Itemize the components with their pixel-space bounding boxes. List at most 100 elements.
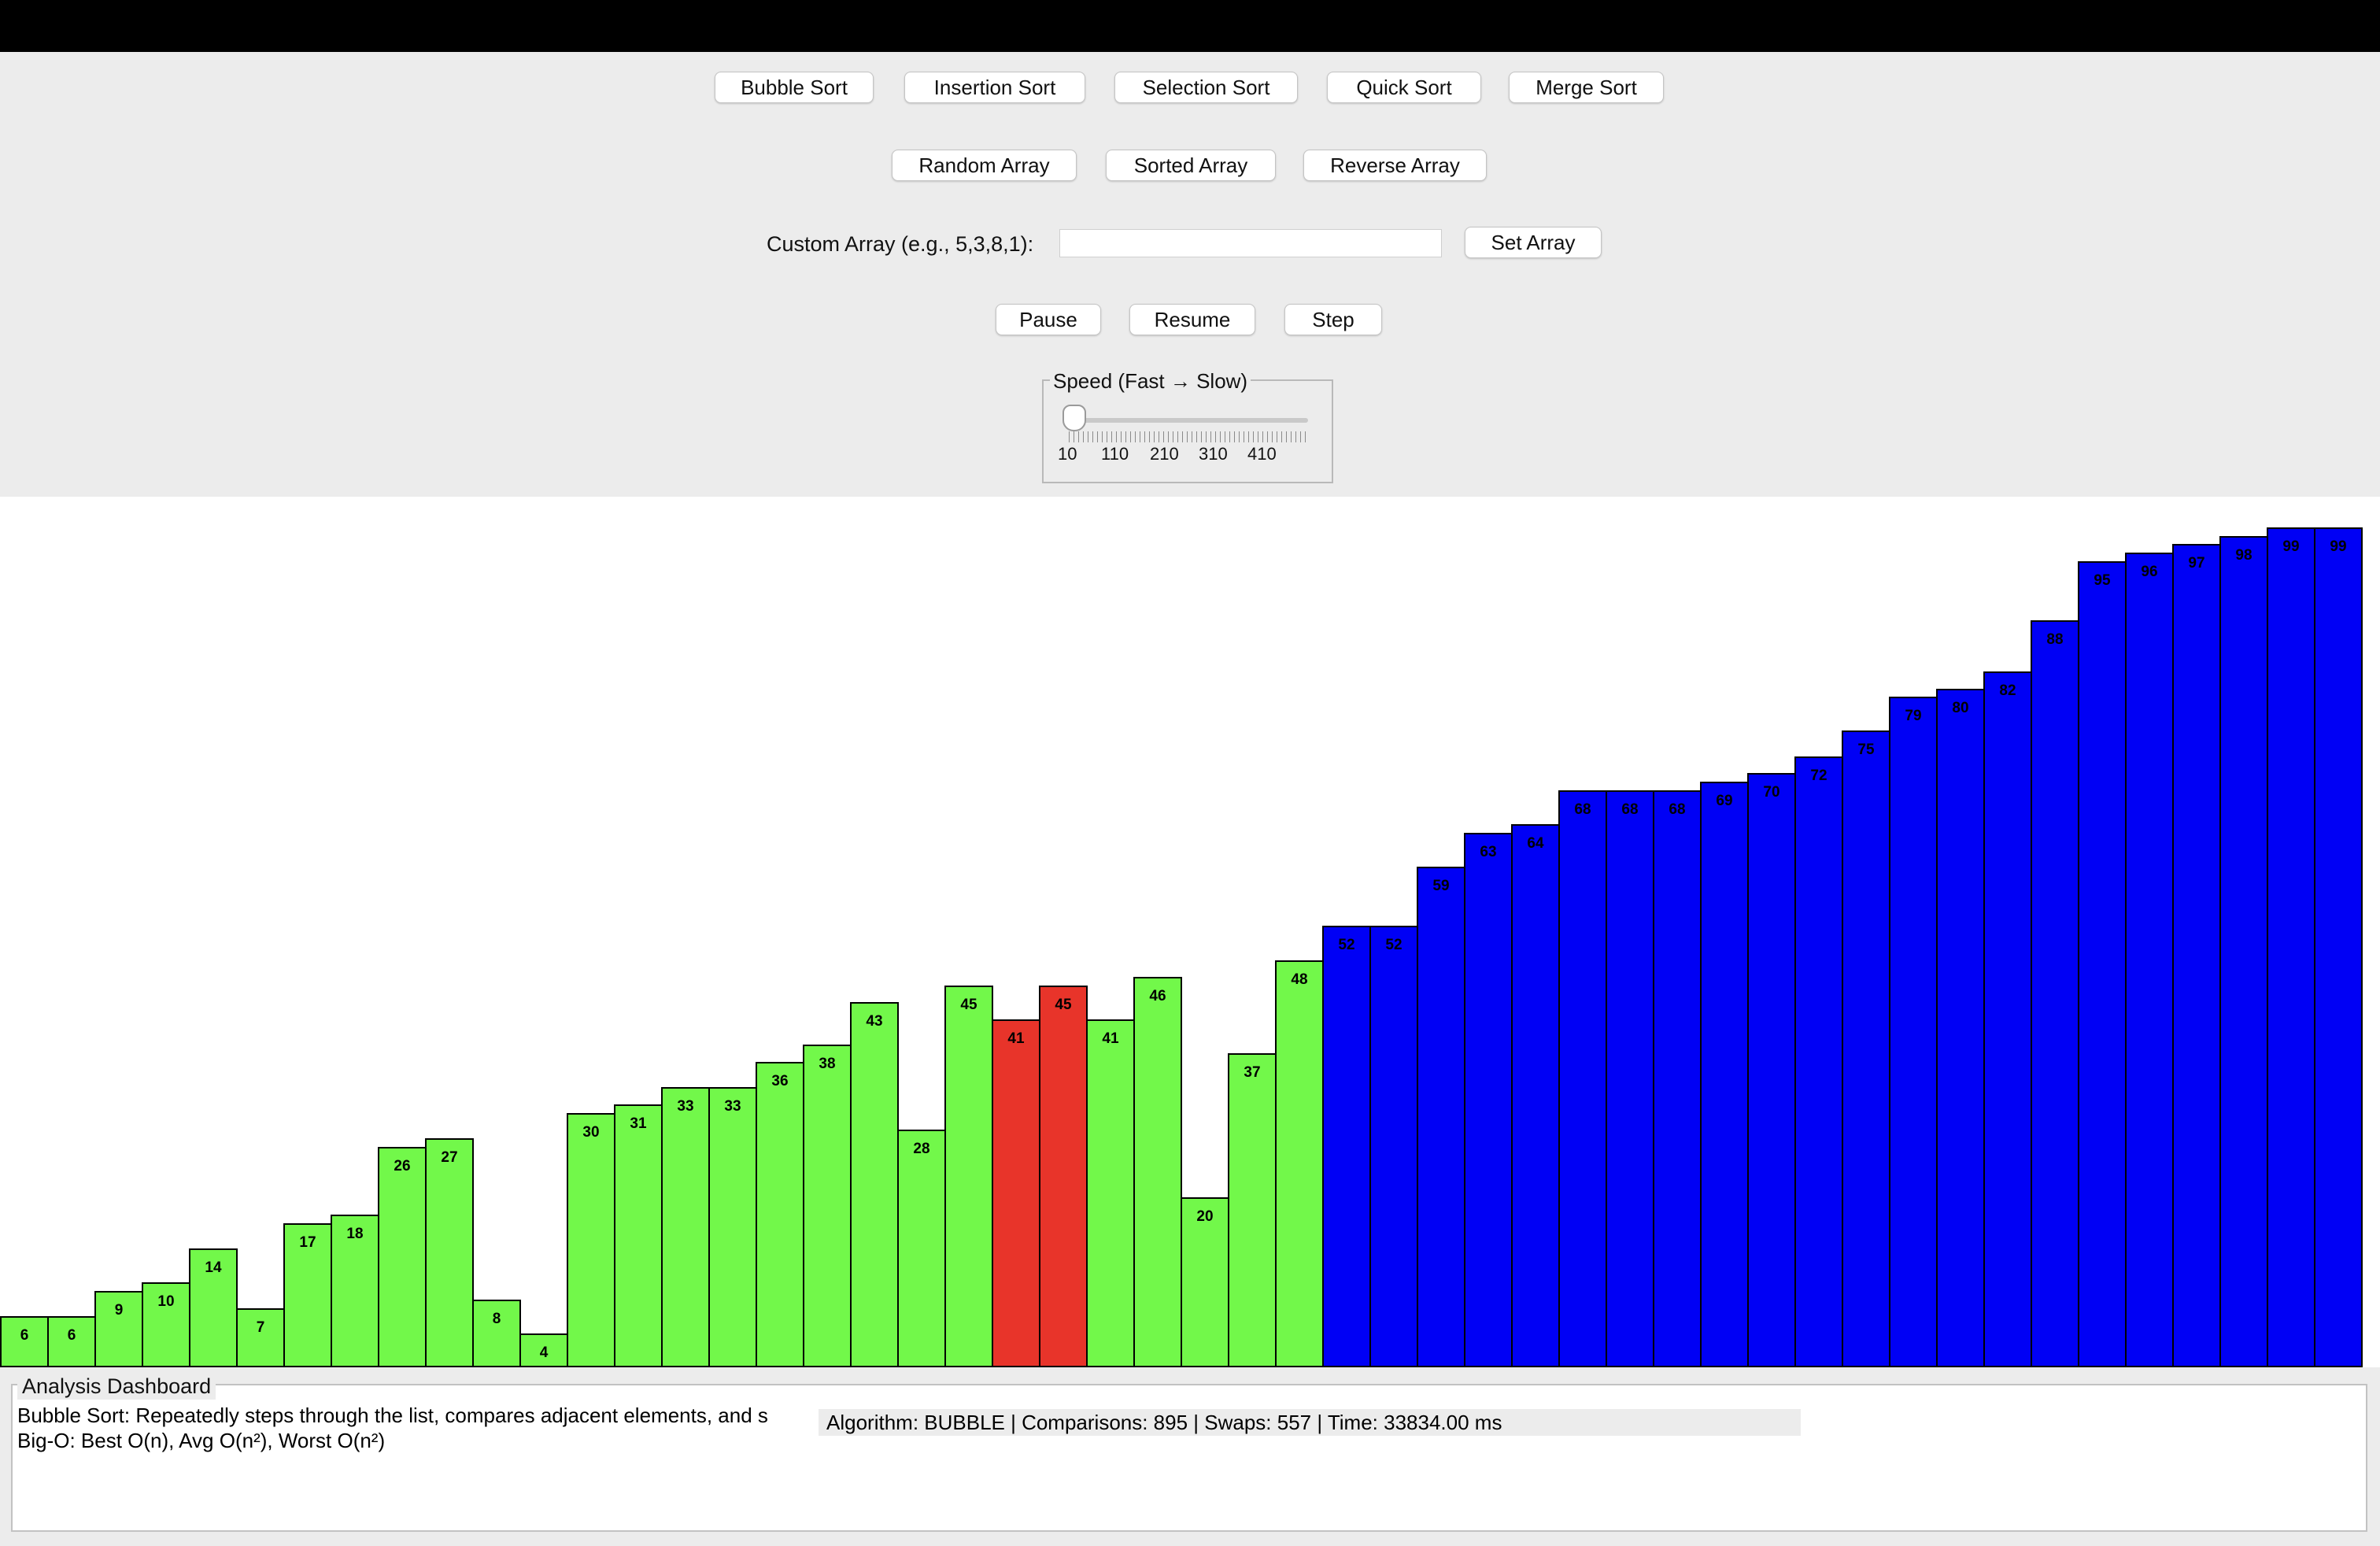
array-bar: 10 xyxy=(142,1282,190,1367)
bar-value-label: 97 xyxy=(2188,555,2205,571)
bar-value-label: 41 xyxy=(1007,1030,1025,1047)
bar-value-label: 38 xyxy=(819,1056,836,1072)
array-bar: 26 xyxy=(378,1147,427,1367)
array-bar: 95 xyxy=(2078,561,2127,1367)
array-bar: 63 xyxy=(1464,833,1513,1367)
bar-value-label: 6 xyxy=(20,1327,29,1344)
sorted-array-button[interactable]: Sorted Array xyxy=(1106,150,1276,181)
array-bar: 20 xyxy=(1181,1197,1229,1367)
array-bar: 33 xyxy=(661,1087,710,1367)
bar-value-label: 6 xyxy=(67,1327,76,1344)
bar-value-label: 82 xyxy=(1999,682,2016,699)
speed-tick-label: 10 xyxy=(1058,444,1077,464)
bar-value-label: 59 xyxy=(1432,878,1450,894)
big-o-complexity: Big-O: Best O(n), Avg O(n²), Worst O(n²) xyxy=(17,1429,386,1452)
bubble-sort-button[interactable]: Bubble Sort xyxy=(715,72,874,103)
array-bar: 97 xyxy=(2172,544,2221,1367)
bar-value-label: 72 xyxy=(1810,767,1828,784)
array-bar: 98 xyxy=(2219,536,2268,1367)
reverse-array-button[interactable]: Reverse Array xyxy=(1303,150,1487,181)
stats-text: Algorithm: BUBBLE | Comparisons: 895 | S… xyxy=(826,1411,1502,1434)
array-bar: 99 xyxy=(2314,527,2363,1367)
array-bar: 30 xyxy=(567,1113,615,1367)
quick-sort-button[interactable]: Quick Sort xyxy=(1327,72,1481,103)
bar-value-label: 45 xyxy=(1055,997,1072,1013)
speed-tick-label: 410 xyxy=(1247,444,1277,464)
bar-value-label: 63 xyxy=(1480,844,1497,860)
bar-value-label: 14 xyxy=(205,1259,222,1276)
pause-button[interactable]: Pause xyxy=(996,304,1101,335)
custom-array-input[interactable] xyxy=(1059,229,1442,257)
array-bar: 41 xyxy=(992,1019,1040,1367)
bar-value-label: 37 xyxy=(1244,1064,1261,1081)
window-title-bar xyxy=(0,0,2380,52)
array-bar: 75 xyxy=(1842,730,1890,1367)
bar-value-label: 64 xyxy=(1527,835,1544,852)
array-bar: 41 xyxy=(1086,1019,1135,1367)
array-bar: 7 xyxy=(236,1308,285,1367)
array-bar: 69 xyxy=(1700,782,1749,1367)
array-bar: 31 xyxy=(614,1104,663,1367)
array-bar: 68 xyxy=(1558,790,1607,1367)
random-array-button[interactable]: Random Array xyxy=(892,150,1077,181)
sorting-visualization-canvas: 6 6 9 10 14 7 17 18 26 27 8 4 30 31 33 33 36 38 43 28 45 41 45… xyxy=(0,497,2380,1367)
array-bar: 64 xyxy=(1511,824,1560,1367)
bar-value-label: 98 xyxy=(2235,547,2252,564)
resume-button[interactable]: Resume xyxy=(1129,304,1255,335)
array-bar: 9 xyxy=(94,1291,143,1367)
array-bar: 72 xyxy=(1794,756,1843,1367)
bar-value-label: 68 xyxy=(1669,801,1686,818)
array-bar: 79 xyxy=(1889,697,1938,1367)
bar-value-label: 99 xyxy=(2282,538,2300,555)
array-bar: 68 xyxy=(1653,790,1702,1367)
array-bar: 82 xyxy=(1983,671,2032,1367)
array-bar: 4 xyxy=(519,1333,568,1367)
bar-value-label: 99 xyxy=(2330,538,2347,555)
bar-value-label: 9 xyxy=(114,1302,124,1319)
array-bar: 38 xyxy=(803,1045,852,1367)
array-bar: 45 xyxy=(1039,986,1088,1367)
bar-value-label: 33 xyxy=(677,1098,694,1115)
array-bar: 6 xyxy=(47,1316,96,1367)
bar-value-label: 95 xyxy=(2094,572,2111,589)
speed-slider-thumb[interactable] xyxy=(1062,405,1086,431)
array-bar: 52 xyxy=(1369,926,1418,1367)
array-bar: 14 xyxy=(189,1248,238,1367)
set-array-button[interactable]: Set Array xyxy=(1465,227,1602,258)
bar-value-label: 10 xyxy=(157,1293,175,1310)
array-bar: 27 xyxy=(425,1138,474,1367)
bar-value-label: 41 xyxy=(1102,1030,1119,1047)
bar-value-label: 33 xyxy=(724,1098,741,1115)
array-bar: 45 xyxy=(944,986,993,1367)
bar-value-label: 36 xyxy=(771,1073,789,1089)
array-bar: 6 xyxy=(0,1316,49,1367)
array-bar: 37 xyxy=(1228,1053,1277,1367)
bar-value-label: 75 xyxy=(1857,742,1875,758)
bar-value-label: 69 xyxy=(1716,793,1733,809)
bar-value-label: 70 xyxy=(1763,784,1780,801)
bar-value-label: 52 xyxy=(1338,937,1355,953)
selection-sort-button[interactable]: Selection Sort xyxy=(1114,72,1298,103)
bar-value-label: 46 xyxy=(1149,988,1166,1004)
array-bar: 96 xyxy=(2125,553,2174,1367)
bar-value-label: 31 xyxy=(630,1115,647,1132)
speed-slider-track[interactable] xyxy=(1072,418,1308,423)
step-button[interactable]: Step xyxy=(1284,304,1382,335)
bar-value-label: 88 xyxy=(2046,631,2064,648)
bar-value-label: 48 xyxy=(1291,971,1308,988)
array-bar: 33 xyxy=(708,1087,757,1367)
merge-sort-button[interactable]: Merge Sort xyxy=(1509,72,1664,103)
array-bar: 8 xyxy=(472,1300,521,1367)
array-bar: 99 xyxy=(2267,527,2315,1367)
array-bar: 17 xyxy=(283,1223,332,1367)
dashboard-title: Analysis Dashboard xyxy=(17,1373,216,1400)
bar-value-label: 79 xyxy=(1905,708,1922,724)
bar-value-label: 30 xyxy=(582,1124,600,1141)
bar-value-label: 4 xyxy=(539,1344,549,1361)
array-bar: 43 xyxy=(850,1002,899,1367)
array-bar: 68 xyxy=(1606,790,1654,1367)
algorithm-description: Bubble Sort: Repeatedly steps through th… xyxy=(17,1404,768,1427)
insertion-sort-button[interactable]: Insertion Sort xyxy=(904,72,1085,103)
speed-tick-label: 210 xyxy=(1150,444,1179,464)
bar-value-label: 45 xyxy=(960,997,978,1013)
